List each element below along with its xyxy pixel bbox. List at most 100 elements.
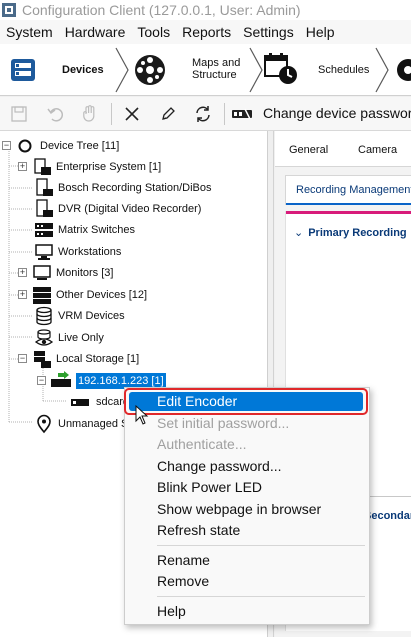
tree-node-other-devices[interactable]: + Other Devices [12] <box>18 284 147 305</box>
delete-button[interactable] <box>121 103 143 125</box>
tab-maps-label-1: Maps and <box>192 57 241 69</box>
tab-camera[interactable]: Camera <box>358 144 397 156</box>
refresh-button[interactable] <box>192 103 214 125</box>
menu-item-remove[interactable]: Remove <box>157 573 209 589</box>
device-tree-icon <box>18 139 32 152</box>
configuration-client-window: Configuration Client (127.0.0.1, User: A… <box>0 0 411 637</box>
expand-icon[interactable]: + <box>18 268 27 277</box>
tree-item-label: Local Storage [1] <box>56 352 140 365</box>
menu-item-help[interactable]: Help <box>157 603 186 619</box>
menu-hardware[interactable]: Hardware <box>59 20 132 44</box>
tree-item-label: Bosch Recording Station/DiBos <box>58 181 212 194</box>
expand-icon[interactable]: + <box>18 290 27 299</box>
local-storage-icon <box>34 350 51 368</box>
collapse-icon[interactable]: − <box>18 354 27 363</box>
menu-item-blink-power-led[interactable]: Blink Power LED <box>157 479 262 495</box>
collapse-icon[interactable]: − <box>37 376 46 385</box>
tab-devices-label: Devices <box>62 64 104 76</box>
tree-item-label: Workstations <box>58 245 122 258</box>
workflow-tabs: Devices Maps and Structure Schedules <box>0 44 411 96</box>
tab-general[interactable]: General <box>289 144 328 156</box>
enterprise-system-icon <box>34 157 51 175</box>
context-menu: Edit Encoder Set initial password... Aut… <box>124 387 370 625</box>
toolbar-separator <box>224 103 225 125</box>
undo-icon <box>47 108 63 122</box>
chevron-down-icon: ⌄ <box>294 227 304 239</box>
save-icon <box>11 106 27 122</box>
annotation-highlight-box <box>124 388 368 415</box>
tree-node-vrm-devices[interactable]: VRM Devices <box>34 305 125 326</box>
save-button[interactable] <box>8 103 30 125</box>
menu-item-show-webpage[interactable]: Show webpage in browser <box>157 501 321 517</box>
monitor-icon <box>33 264 51 280</box>
key-icon <box>232 108 252 120</box>
live-only-icon <box>34 328 54 346</box>
tree-node-sdcard[interactable]: sdcard <box>70 391 129 412</box>
tree-item-label: Enterprise System [1] <box>56 160 162 173</box>
menu-item-refresh-state[interactable]: Refresh state <box>157 522 240 538</box>
sdcard-icon <box>71 398 89 406</box>
recording-station-icon <box>36 177 53 196</box>
property-tabs: General Camera <box>275 131 411 167</box>
collapse-icon[interactable]: − <box>2 141 11 150</box>
menu-reports[interactable]: Reports <box>176 20 237 44</box>
gear-icon[interactable] <box>394 56 411 84</box>
menu-tools[interactable]: Tools <box>131 20 176 44</box>
toolbar-separator <box>111 103 112 125</box>
undo-button[interactable] <box>44 103 66 125</box>
tree-node-bosch-recording-station[interactable]: Bosch Recording Station/DiBos <box>34 177 211 198</box>
menu-item-rename[interactable]: Rename <box>157 552 210 568</box>
menu-system[interactable]: System <box>0 20 59 44</box>
secondary-recording-label[interactable]: Secondary Recording <box>364 510 411 522</box>
tab-schedules[interactable]: Schedules <box>262 44 377 96</box>
menu-settings[interactable]: Settings <box>237 20 300 44</box>
location-pin-icon <box>37 414 51 433</box>
tab-recording-management[interactable]: Recording Management <box>296 184 411 196</box>
menu-bar: System Hardware Tools Reports Settings H… <box>0 20 411 44</box>
menu-help[interactable]: Help <box>300 20 341 44</box>
tree-node-dvr[interactable]: DVR (Digital Video Recorder) <box>34 198 201 219</box>
change-device-password-label[interactable]: Change device password <box>263 105 411 121</box>
tree-item-label: VRM Devices <box>58 309 125 322</box>
encoder-icon <box>51 370 71 387</box>
tree-item-label: Monitors [3] <box>56 266 114 279</box>
tree-node-local-storage[interactable]: − Local Storage [1] <box>18 348 139 369</box>
tab-devices[interactable]: Devices <box>0 44 118 96</box>
tree-node-monitors[interactable]: + Monitors [3] <box>18 262 113 283</box>
tab-maps-and-structure[interactable]: Maps and Structure <box>130 44 250 96</box>
tree-node-root[interactable]: − Device Tree [11] <box>2 135 119 156</box>
schedules-icon <box>264 53 297 84</box>
other-devices-icon <box>33 286 51 304</box>
tree-node-enterprise-system[interactable]: + Enterprise System [1] <box>18 156 161 177</box>
mouse-cursor-icon <box>135 405 149 425</box>
tree-node-live-only[interactable]: Live Only <box>34 327 104 348</box>
devices-icon <box>11 59 35 81</box>
tree-root-label: Device Tree [11] <box>40 139 120 152</box>
change-password-icon-button[interactable] <box>231 103 253 125</box>
refresh-icon <box>196 106 210 122</box>
window-title: Configuration Client (127.0.0.1, User: A… <box>22 2 301 18</box>
maps-structure-icon <box>135 55 165 85</box>
tree-item-label: Matrix Switches <box>58 223 136 236</box>
dvr-icon <box>36 198 53 217</box>
expand-icon[interactable]: + <box>18 162 27 171</box>
menu-item-set-initial-password: Set initial password... <box>157 415 290 431</box>
tree-item-label: Other Devices [12] <box>56 288 148 301</box>
tab-maps-label-2: Structure <box>192 69 237 81</box>
menu-separator <box>157 596 365 597</box>
tree-node-matrix-switches[interactable]: Matrix Switches <box>34 219 135 240</box>
primary-recording-header[interactable]: ⌄ Primary Recording <box>294 226 407 239</box>
hand-button[interactable] <box>78 103 100 125</box>
primary-recording-label: Primary Recording <box>308 227 407 239</box>
tree-node-workstations[interactable]: Workstations <box>34 241 121 262</box>
tree-item-label: Live Only <box>58 331 104 344</box>
property-subtabs: Recording Management <box>285 175 411 205</box>
menu-separator <box>157 545 365 546</box>
menu-item-authenticate: Authenticate... <box>157 436 247 452</box>
vrm-database-icon <box>36 306 52 325</box>
close-icon <box>125 107 139 121</box>
title-bar: Configuration Client (127.0.0.1, User: A… <box>0 0 411 20</box>
menu-item-change-password[interactable]: Change password... <box>157 458 282 474</box>
edit-button[interactable] <box>157 103 179 125</box>
tab-schedules-label: Schedules <box>318 64 370 76</box>
